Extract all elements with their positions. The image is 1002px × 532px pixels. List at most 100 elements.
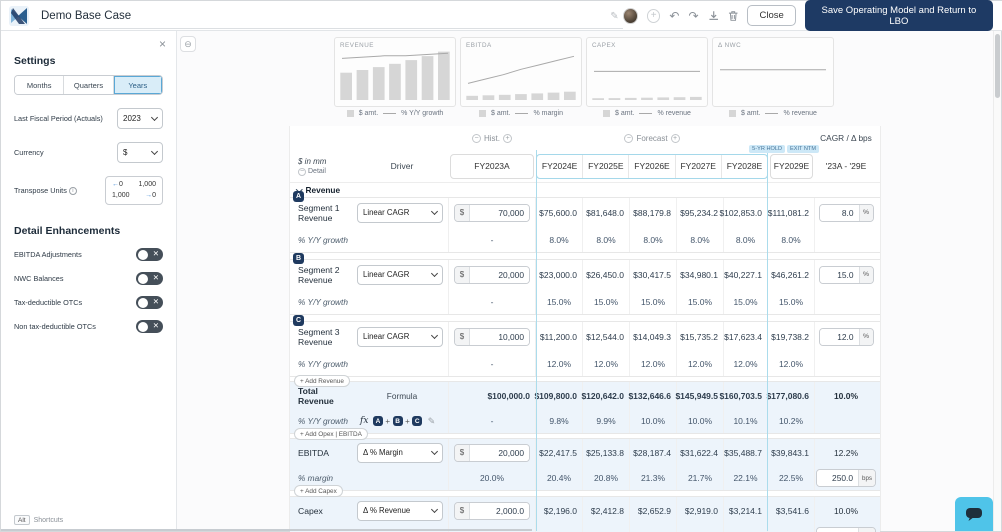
tax-deductible-otcs-toggle[interactable]: ✕ — [136, 296, 163, 309]
chat-widget-button[interactable] — [955, 497, 993, 531]
tab-years[interactable]: Years — [114, 76, 162, 94]
download-icon[interactable] — [708, 10, 719, 22]
segment-3-group: C Segment 3 Revenue Linear CAGR $ $11,20… — [290, 321, 880, 377]
trash-icon[interactable] — [728, 10, 738, 22]
add-capex-button[interactable]: + Add Capex — [294, 485, 343, 497]
capex-chart: CAPEX — [586, 37, 708, 107]
segment-1-driver-select[interactable]: Linear CAGR — [357, 203, 443, 223]
edit-title-icon[interactable]: ✎ — [610, 11, 622, 22]
close-button[interactable]: Close — [747, 5, 795, 26]
toggle-label-non-tax-deductible-otcs: Non tax-deductible OTCs — [14, 322, 100, 331]
segment-1-cagr-input[interactable] — [820, 205, 859, 221]
capex-cagr: 10.0% — [815, 506, 877, 516]
add-collaborator-icon[interactable]: + — [647, 9, 660, 23]
app-logo-icon — [9, 6, 29, 26]
chevron-down-icon — [151, 148, 158, 155]
segment-2-growth-cell: 15.0% — [583, 289, 630, 314]
capex-group: Capex Δ % Revenue $ $2,196.0$2,412.8$2,6… — [290, 496, 880, 532]
capex-base-input[interactable] — [470, 503, 529, 519]
expand-forecast-icon[interactable]: + — [671, 134, 680, 143]
segment-2-value-cell: $30,417.5 — [630, 260, 677, 289]
segment-1-value-cell: $95,234.2 — [677, 198, 724, 227]
segment-3-value-cell: $19,738.2 — [768, 322, 815, 351]
alt-key-badge: Alt — [14, 515, 30, 525]
growth-row-label: % Y/Y growth — [290, 297, 356, 307]
undo-icon[interactable]: ↶ — [669, 10, 679, 22]
column-header-fy2024e[interactable]: FY2024E — [537, 155, 582, 178]
non-tax-deductible-otcs-toggle[interactable]: ✕ — [136, 320, 163, 333]
column-header-fy2023a[interactable]: FY2023A — [450, 154, 534, 179]
column-header-fy2025e[interactable]: FY2025E — [582, 155, 628, 178]
close-panel-icon[interactable]: × — [159, 37, 166, 51]
formula-term-a: A — [373, 416, 383, 426]
total-formula[interactable]: fx A + B + C ✎ — [356, 416, 448, 427]
fx-icon: fx — [360, 416, 368, 426]
revenue-section-header[interactable]: Revenue — [290, 182, 880, 197]
detail-label: Detail — [308, 168, 326, 175]
horizontal-scrollbar[interactable] — [1, 529, 532, 531]
segment-2-base-input[interactable] — [470, 267, 529, 283]
add-revenue-button[interactable]: + Add Revenue — [294, 375, 350, 387]
segment-3-growth-cell: 12.0% — [536, 351, 583, 376]
history-panel-button[interactable]: ⊖ — [180, 36, 196, 52]
segment-3-driver-select[interactable]: Linear CAGR — [357, 327, 443, 347]
segment-2-cagr-input[interactable] — [820, 267, 859, 283]
ebitda-group: EBITDA Δ % Margin $ $22,417.5$25,133.8$2… — [290, 438, 880, 491]
ebitda-adjustments-toggle[interactable]: ✕ — [136, 248, 163, 261]
ebitda-cagr: 12.2% — [815, 448, 877, 458]
expand-hist-icon[interactable]: + — [503, 134, 512, 143]
segment-3-base-input[interactable] — [470, 329, 529, 345]
segment-3-cagr-input[interactable] — [820, 329, 859, 345]
ebitda-driver-select[interactable]: Δ % Margin — [357, 443, 443, 463]
segment-2-growth-cell: 15.0% — [630, 289, 677, 314]
ebitda-margin-cell: 22.1% — [724, 466, 768, 490]
column-header-fy2028e[interactable]: FY2028E — [721, 155, 767, 178]
segment-1-growth-cell: 8.0% — [724, 227, 768, 252]
ebitda-base-input[interactable] — [470, 445, 529, 461]
add-opex-ebitda-button[interactable]: + Add Opex | EBITDA — [294, 428, 368, 440]
ebitda-value-cell: $39,843.1 — [768, 439, 815, 466]
toggle-label-nwc-balances: NWC Balances — [14, 274, 67, 283]
column-header-fy2027e[interactable]: FY2027E — [675, 155, 721, 178]
column-header-fy2026e[interactable]: FY2026E — [628, 155, 674, 178]
total-revenue-name: Total Revenue — [290, 386, 356, 406]
column-header-fy2029e[interactable]: FY2029E — [770, 154, 813, 179]
edit-formula-icon[interactable]: ✎ — [428, 416, 436, 427]
hist-growth-cell: - — [448, 351, 536, 376]
ebitda-margin-cell: 22.5% — [768, 466, 815, 490]
ebitda-delta-bps-input[interactable] — [817, 470, 858, 486]
detail-enhancements-title: Detail Enhancements — [14, 225, 163, 237]
tab-months[interactable]: Months — [15, 76, 64, 94]
save-operating-model-button[interactable]: Save Operating Model and Return to LBO — [805, 0, 993, 31]
capex-delta-bps-input[interactable] — [817, 528, 858, 532]
capex-revenue-pct-cell: 2.0% — [536, 524, 583, 532]
collapse-detail-icon[interactable]: − — [298, 168, 306, 176]
total-growth-cell: 10.2% — [768, 409, 815, 433]
scrollbar-thumb[interactable] — [995, 34, 1000, 98]
segment-c-badge: C — [293, 315, 304, 326]
model-title-field[interactable]: Demo Base Case ✎ — [39, 5, 623, 29]
segment-1-value-cell: $81,648.0 — [583, 198, 630, 227]
nwc-balances-toggle[interactable]: ✕ — [136, 272, 163, 285]
segment-2-value-cell: $40,227.1 — [724, 260, 768, 289]
segment-1-base-input[interactable] — [470, 205, 529, 221]
capex-driver-select[interactable]: Δ % Revenue — [357, 501, 443, 521]
hist-group-header: − Hist. + — [448, 134, 536, 143]
capex-revenue-pct-cell: 2.0% — [677, 524, 724, 532]
segment-2-driver-select[interactable]: Linear CAGR — [357, 265, 443, 285]
segment-1-growth-cell: 8.0% — [583, 227, 630, 252]
ebitda-value-cell: $35,488.7 — [724, 439, 768, 466]
hist-growth-cell: - — [448, 289, 536, 314]
collapse-forecast-icon[interactable]: − — [624, 134, 633, 143]
redo-icon[interactable]: ↷ — [688, 10, 698, 22]
vertical-scrollbar[interactable] — [993, 31, 1001, 531]
avatar[interactable] — [623, 8, 638, 24]
collapse-hist-icon[interactable]: − — [472, 134, 481, 143]
fiscal-period-select[interactable]: 2023 — [117, 108, 163, 129]
transpose-units-button[interactable]: ←01,000 1,000→0 — [105, 176, 163, 205]
capex-revenue-pct-cell: 2.0% — [583, 524, 630, 532]
currency-select[interactable]: $ — [117, 142, 163, 163]
segment-2-value-cell: $34,980.1 — [677, 260, 724, 289]
page-title: Demo Base Case — [39, 10, 610, 22]
tab-quarters[interactable]: Quarters — [64, 76, 113, 94]
